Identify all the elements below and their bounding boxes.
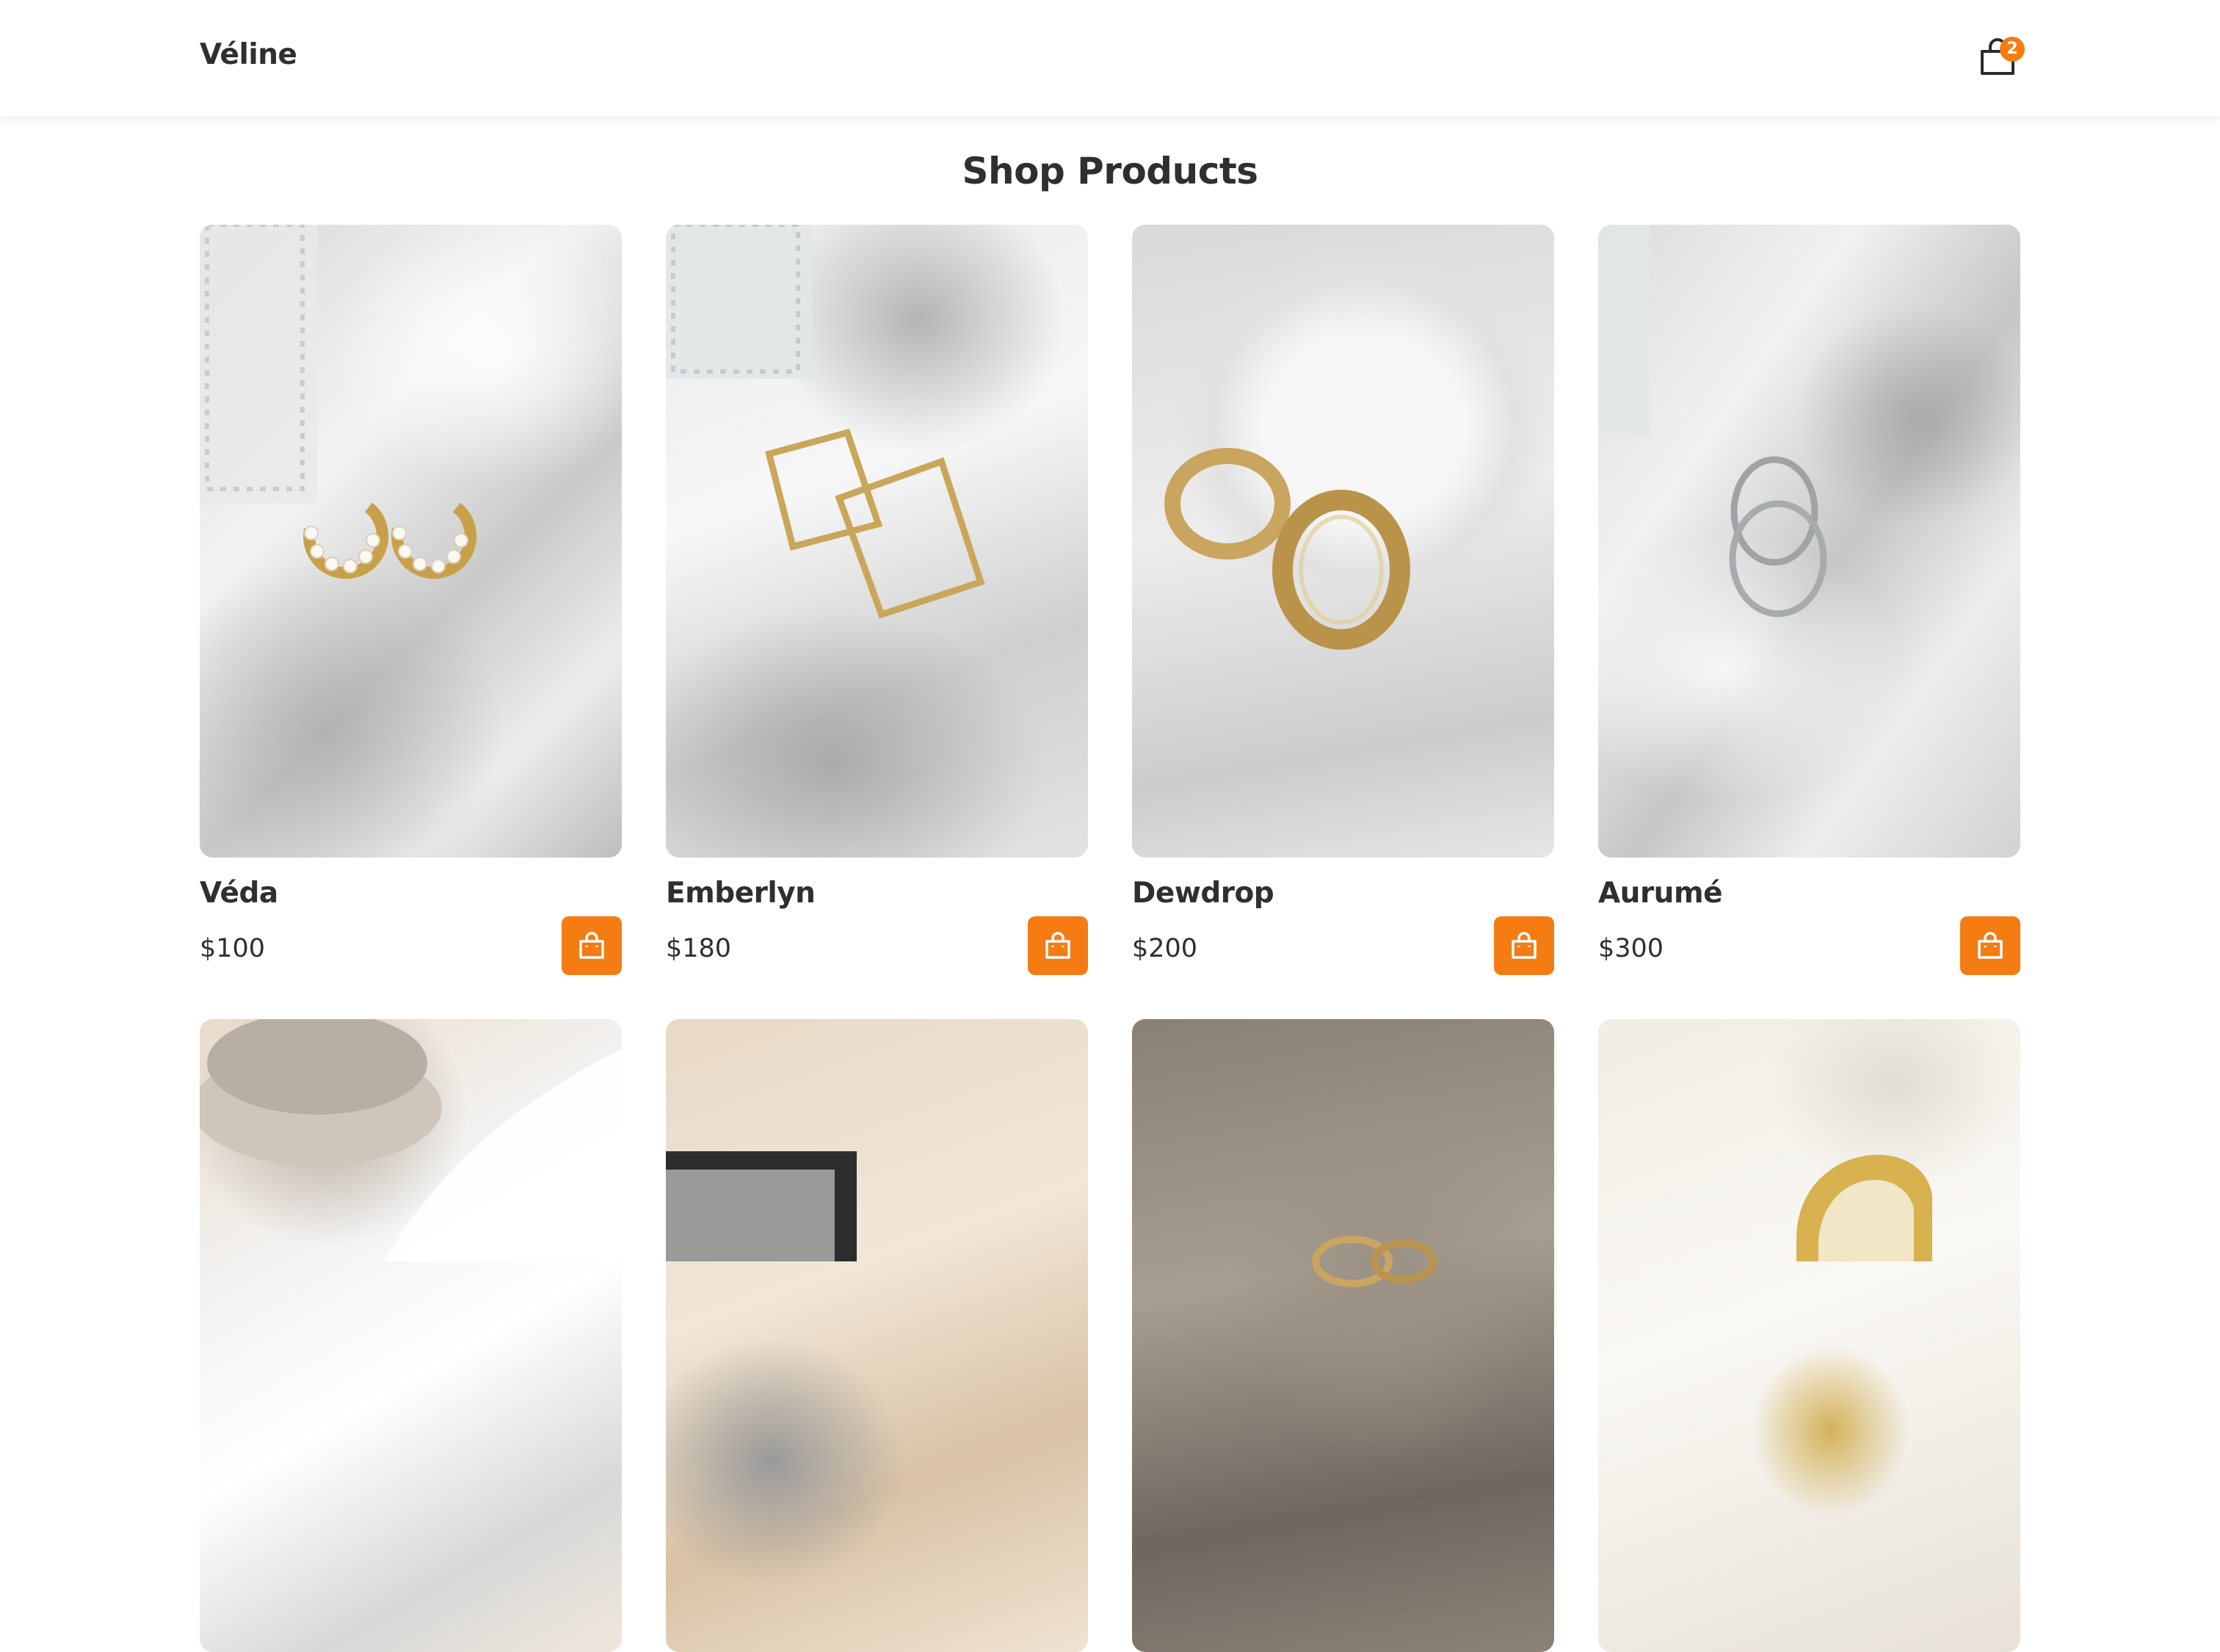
ceramic-bowl-cloth-icon (200, 1019, 622, 1261)
shopping-bag-icon (1512, 932, 1537, 959)
gold-hoop-earrings-icon (1164, 448, 1410, 650)
product-image[interactable] (666, 225, 1088, 858)
brand-logo[interactable]: Véline (200, 38, 297, 71)
pearl-hoop-earrings-icon (200, 225, 477, 579)
product-image[interactable] (666, 1019, 1088, 1652)
add-to-cart-button[interactable] (1028, 916, 1088, 975)
product-image[interactable] (1598, 1019, 2020, 1652)
cart-button[interactable]: 2 (1975, 34, 2025, 81)
cart-count-badge: 2 (2000, 37, 2025, 62)
product-name[interactable]: Véda (200, 877, 278, 910)
product-price: $100 (200, 934, 266, 963)
shopping-bag-icon (1045, 932, 1070, 959)
product-price: $200 (1132, 934, 1198, 963)
product-image[interactable] (1132, 225, 1554, 858)
product-price: $300 (1598, 934, 1664, 963)
shopping-bag-icon (579, 932, 604, 959)
add-to-cart-button[interactable] (1960, 916, 2020, 975)
gold-cuff-ring-icon (1796, 1154, 1932, 1261)
product-image[interactable] (1132, 1019, 1554, 1652)
add-to-cart-button[interactable] (562, 916, 622, 975)
gold-hoops-on-stone-icon (1312, 1236, 1437, 1287)
product-name[interactable]: Emberlyn (666, 877, 816, 910)
silver-hoop-earrings-icon (1598, 225, 1827, 617)
shopping-bag-icon (1978, 932, 2003, 959)
product-image[interactable] (200, 1019, 622, 1652)
stone-tray-icon (666, 1151, 857, 1261)
site-header: Véline 2 (0, 0, 2220, 116)
product-image[interactable] (1598, 225, 2020, 858)
page-title: Shop Products (962, 150, 1259, 192)
product-name[interactable]: Aurumé (1598, 877, 1723, 910)
square-hoop-earrings-icon (666, 225, 985, 619)
product-image[interactable] (200, 225, 622, 858)
add-to-cart-button[interactable] (1494, 916, 1554, 975)
product-name[interactable]: Dewdrop (1132, 877, 1274, 910)
product-price: $180 (666, 934, 732, 963)
